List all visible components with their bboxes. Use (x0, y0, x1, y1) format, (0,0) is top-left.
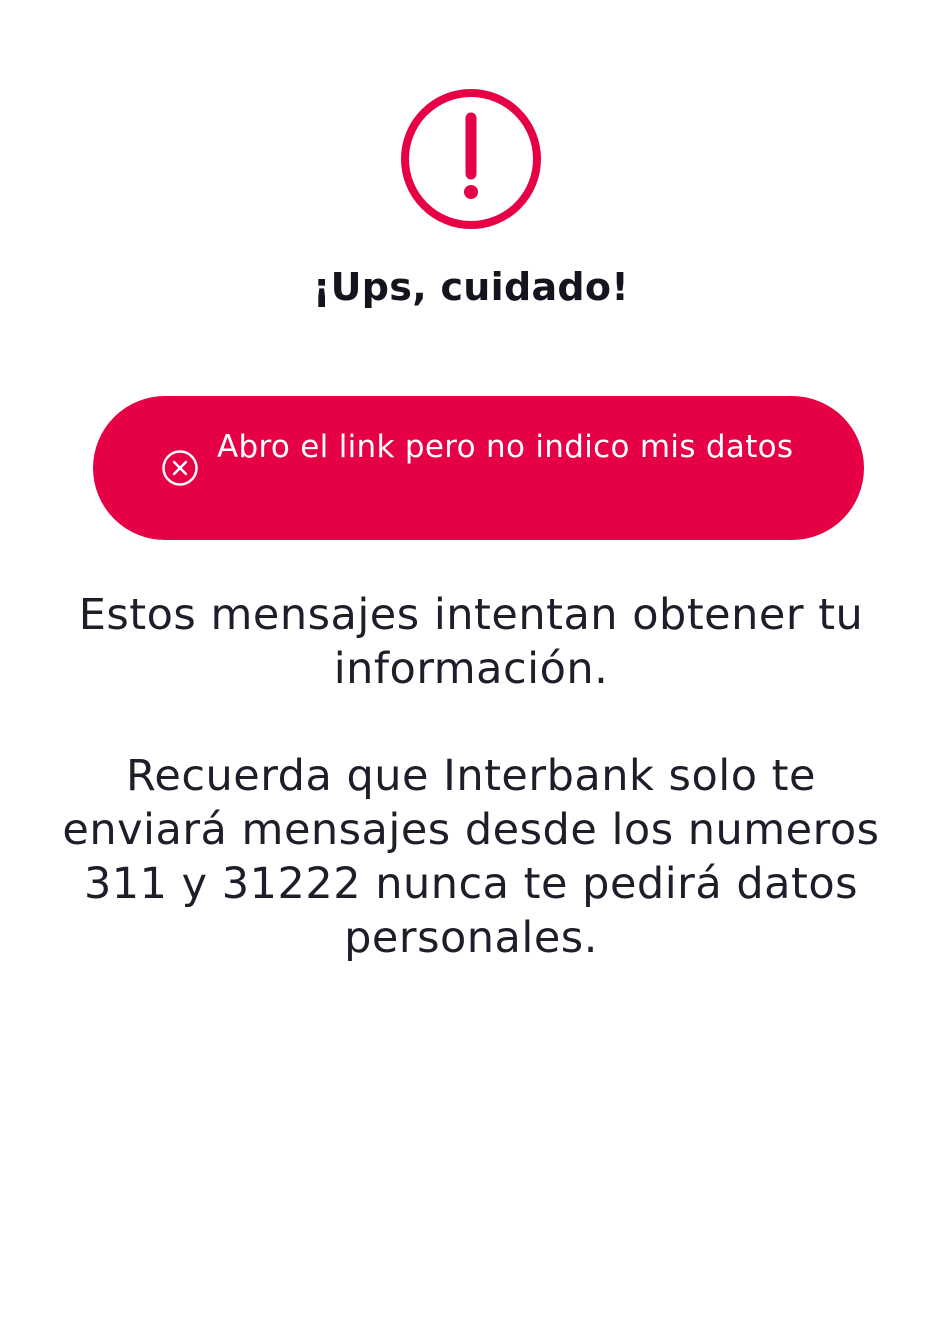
exclamation-circle-icon (401, 89, 541, 229)
page-title: ¡Ups, cuidado! (313, 265, 629, 309)
option-label: Abro el link pero no indico mis datos (217, 429, 794, 465)
warning-message: Estos mensajes intentan obtener tu infor… (78, 590, 864, 694)
open-link-option-button[interactable]: Abro el link pero no indico mis datos (93, 396, 864, 540)
x-circle-icon (162, 450, 198, 486)
reminder-message: Recuerda que Interbank solo te enviará m… (62, 751, 880, 963)
